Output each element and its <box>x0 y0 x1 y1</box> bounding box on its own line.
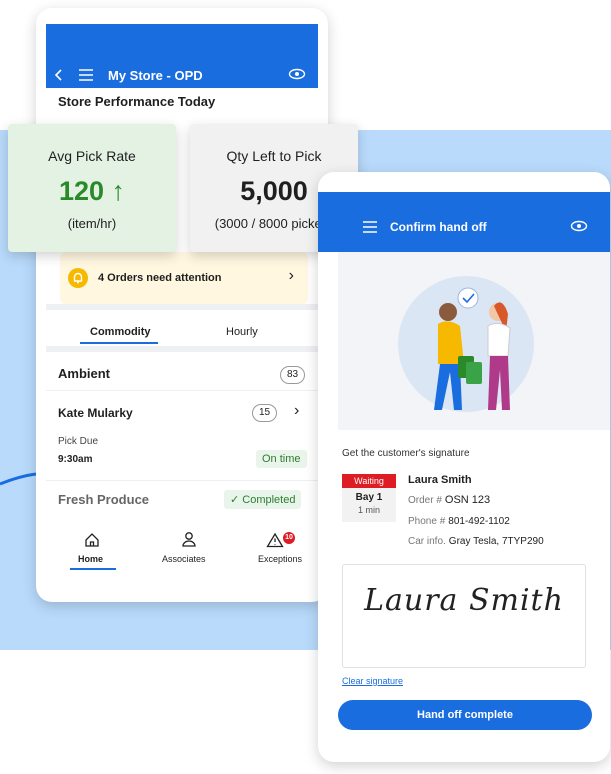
person-icon[interactable] <box>180 530 198 548</box>
divider <box>46 346 318 352</box>
exceptions-badge: 10 <box>283 532 295 544</box>
avg-pick-rate-unit: (item/hr) <box>67 216 117 231</box>
home-icon[interactable] <box>84 532 100 548</box>
app-header: My Store - OPD <box>46 24 318 88</box>
phone-row: Phone #801-492-1102 <box>408 516 510 527</box>
associate-name[interactable]: Kate Mularky <box>58 406 133 420</box>
warning-icon[interactable] <box>266 532 284 548</box>
avg-pick-rate-card: Avg Pick Rate 120 ↑ (item/hr) <box>8 124 176 252</box>
active-tab-indicator <box>80 342 158 344</box>
divider <box>46 390 318 391</box>
signature-heading: Get the customer's signature <box>342 448 470 459</box>
completed-badge: ✓ Completed <box>224 490 302 509</box>
attention-banner[interactable]: 4 Orders need attention › <box>60 252 308 304</box>
avg-pick-rate-label: Avg Pick Rate <box>48 148 136 164</box>
clear-signature-link[interactable]: Clear signature <box>342 676 403 686</box>
handoff-complete-button[interactable]: Hand off complete <box>338 700 592 730</box>
qty-left-label: Qty Left to Pick <box>226 148 322 164</box>
phone-label: Phone # <box>408 516 446 527</box>
tab-hourly[interactable]: Hourly <box>226 326 258 338</box>
ambient-label: Ambient <box>58 366 110 381</box>
attention-label: 4 Orders need attention <box>98 272 222 284</box>
chevron-right-icon: › <box>288 267 294 284</box>
tab-commodity[interactable]: Commodity <box>90 326 151 338</box>
bell-icon <box>68 268 88 288</box>
active-nav-indicator <box>70 568 116 570</box>
divider <box>46 480 318 481</box>
handoff-phone: Confirm hand off Get the customer's sign… <box>318 172 610 762</box>
divider <box>46 304 318 310</box>
nav-exceptions[interactable]: Exceptions <box>258 554 302 564</box>
car-label: Car info. <box>408 536 446 547</box>
order-row: Order # OSN 123 <box>408 494 490 506</box>
customer-name: Laura Smith <box>408 474 472 486</box>
handoff-header: Confirm hand off <box>318 192 610 252</box>
order-label: Order # <box>408 495 442 506</box>
menu-icon[interactable] <box>78 68 94 82</box>
section-title: Store Performance Today <box>58 94 216 109</box>
status-badge: On time <box>256 450 307 468</box>
signature-strokes: Laura Smith <box>364 583 564 618</box>
chevron-right-icon[interactable]: › <box>294 402 299 420</box>
waiting-badge: Waiting <box>342 474 396 488</box>
bay-info: Bay 1 1 min <box>342 488 396 522</box>
menu-icon[interactable] <box>362 220 378 234</box>
back-icon[interactable] <box>54 68 64 82</box>
signature-pad[interactable]: Laura Smith <box>342 564 586 668</box>
fresh-produce-label: Fresh Produce <box>58 492 150 507</box>
pick-due-time: 9:30am <box>58 454 93 465</box>
handoff-title: Confirm hand off <box>390 220 487 234</box>
nav-associates[interactable]: Associates <box>162 554 206 564</box>
store-phone: My Store - OPD Store Performance Today 4… <box>36 8 328 602</box>
avg-pick-rate-value: 120 ↑ <box>58 176 126 206</box>
pick-due-label: Pick Due <box>58 436 99 447</box>
car-row: Car info. Gray Tesla, 7TYP290 <box>408 536 544 547</box>
app-title: My Store - OPD <box>108 68 203 83</box>
handoff-illustration <box>338 252 610 430</box>
phone-value: 801-492-1102 <box>448 516 510 527</box>
wait-time: 1 min <box>357 505 380 515</box>
ambient-count-badge: 83 <box>280 366 306 384</box>
nav-home[interactable]: Home <box>78 554 103 564</box>
eye-icon[interactable] <box>570 220 588 232</box>
eye-icon[interactable] <box>288 68 306 80</box>
associate-count-badge: 15 <box>252 404 278 422</box>
car-value: Gray Tesla, 7TYP290 <box>448 536 544 547</box>
order-value: OSN 123 <box>444 494 491 506</box>
bay-label: Bay 1 <box>355 492 383 503</box>
